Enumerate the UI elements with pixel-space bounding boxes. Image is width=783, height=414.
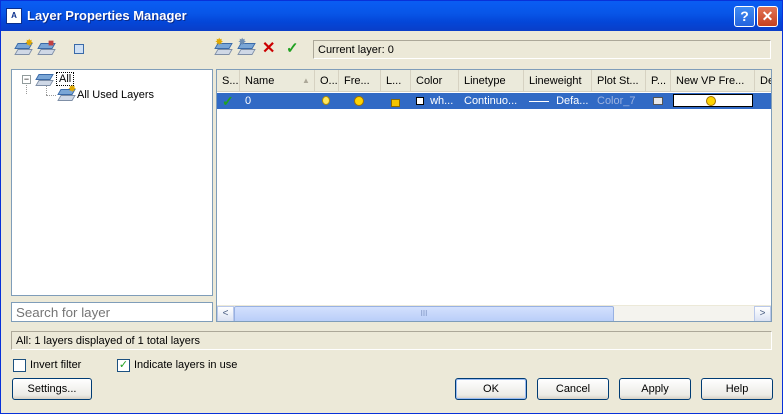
sort-ascending-icon: ▲	[302, 76, 310, 85]
layer-name[interactable]: 0	[240, 93, 315, 109]
settings-button[interactable]: Settings...	[12, 378, 92, 400]
column-name-label: Name	[245, 75, 275, 87]
layer-states-manager-icon[interactable]	[71, 41, 87, 57]
current-layer-display: Current layer: 0	[313, 40, 771, 59]
tree-line	[46, 95, 56, 96]
status-bar: All: 1 layers displayed of 1 total layer…	[11, 331, 772, 350]
column-color[interactable]: Color	[411, 70, 459, 92]
cancel-button[interactable]: Cancel	[537, 378, 609, 400]
help-title-button[interactable]: ?	[734, 6, 755, 27]
horizontal-scrollbar[interactable]: < III >	[217, 305, 771, 321]
layer-linetype[interactable]: Continuo...	[459, 93, 524, 109]
filter-tree[interactable]: − All ✸ All Used Layers	[11, 69, 213, 296]
column-new-vp-freeze[interactable]: New VP Fre...	[671, 70, 755, 92]
column-lineweight[interactable]: Lineweight	[524, 70, 592, 92]
scroll-left-button[interactable]: <	[217, 306, 234, 321]
color-swatch	[416, 97, 424, 106]
set-current-icon[interactable]: ✓	[286, 40, 302, 58]
column-freeze[interactable]: Fre...	[339, 70, 381, 92]
new-layer-vp-frozen-icon[interactable]: ✸	[238, 37, 256, 57]
indicate-layers-in-use-label[interactable]: Indicate layers in use	[134, 359, 237, 371]
layer-lineweight[interactable]: Defa...	[524, 93, 592, 109]
padlock-unlocked-icon[interactable]	[387, 93, 405, 109]
new-vp-freeze-cell[interactable]	[673, 93, 755, 109]
apply-button[interactable]: Apply	[619, 378, 691, 400]
ok-button[interactable]: OK	[455, 378, 527, 400]
layer-color[interactable]: wh...	[411, 93, 459, 109]
app-icon: A	[6, 8, 22, 24]
new-layer-icon[interactable]: ✸	[215, 37, 233, 57]
column-lock[interactable]: L...	[381, 70, 411, 92]
current-layer-check-icon: ✓	[222, 93, 234, 109]
column-on[interactable]: O...	[315, 70, 339, 92]
new-property-filter-icon[interactable]: ✸	[15, 38, 33, 57]
layer-lineweight-label: Defa...	[556, 95, 589, 107]
column-linetype[interactable]: Linetype	[459, 70, 524, 92]
column-name[interactable]: Name ▲	[240, 70, 315, 92]
indicate-layers-in-use-checkbox[interactable]: ✓	[117, 359, 130, 372]
column-plot[interactable]: P...	[646, 70, 671, 92]
layer-plot-style: Color_7	[597, 95, 636, 107]
layers-stack-icon	[36, 72, 54, 86]
new-group-filter-icon[interactable]: ■	[38, 38, 56, 57]
tree-line	[26, 85, 27, 94]
grid-header: S... Name ▲ O... Fre... L... Color Linet…	[217, 70, 771, 92]
sun-thawed-icon[interactable]	[351, 93, 369, 109]
invert-filter-checkbox[interactable]	[13, 359, 26, 372]
tree-item-all-used-layers[interactable]: All Used Layers	[77, 87, 154, 103]
lightbulb-on-icon[interactable]	[321, 93, 335, 109]
column-description[interactable]: De	[755, 70, 771, 92]
window-title: Layer Properties Manager	[27, 8, 187, 23]
delete-layer-icon[interactable]: ✕	[262, 40, 278, 58]
invert-filter-label[interactable]: Invert filter	[30, 359, 81, 371]
printer-icon[interactable]	[650, 93, 668, 109]
used-layers-filter-icon: ✸	[58, 84, 76, 101]
layer-row[interactable]: ✓ 0 wh... Continuo... Defa... Color_7	[217, 93, 771, 109]
layer-properties-manager-window: A Layer Properties Manager ? ✕ ✸ ■ ✸ ✸ ✕…	[0, 0, 783, 414]
layers-grid[interactable]: S... Name ▲ O... Fre... L... Color Linet…	[216, 69, 772, 322]
help-button[interactable]: Help	[701, 378, 773, 400]
sun-vp-thawed-icon	[706, 96, 716, 106]
search-input[interactable]	[11, 302, 213, 322]
tree-expander[interactable]: −	[22, 75, 31, 84]
column-status[interactable]: S...	[217, 70, 240, 92]
scroll-thumb[interactable]: III	[234, 306, 614, 321]
title-bar[interactable]: A Layer Properties Manager ? ✕	[1, 1, 782, 31]
layer-color-label: wh...	[430, 95, 454, 107]
column-plot-style[interactable]: Plot St...	[592, 70, 646, 92]
scroll-right-button[interactable]: >	[754, 306, 771, 321]
close-button[interactable]: ✕	[757, 6, 778, 27]
lineweight-sample	[529, 100, 549, 102]
